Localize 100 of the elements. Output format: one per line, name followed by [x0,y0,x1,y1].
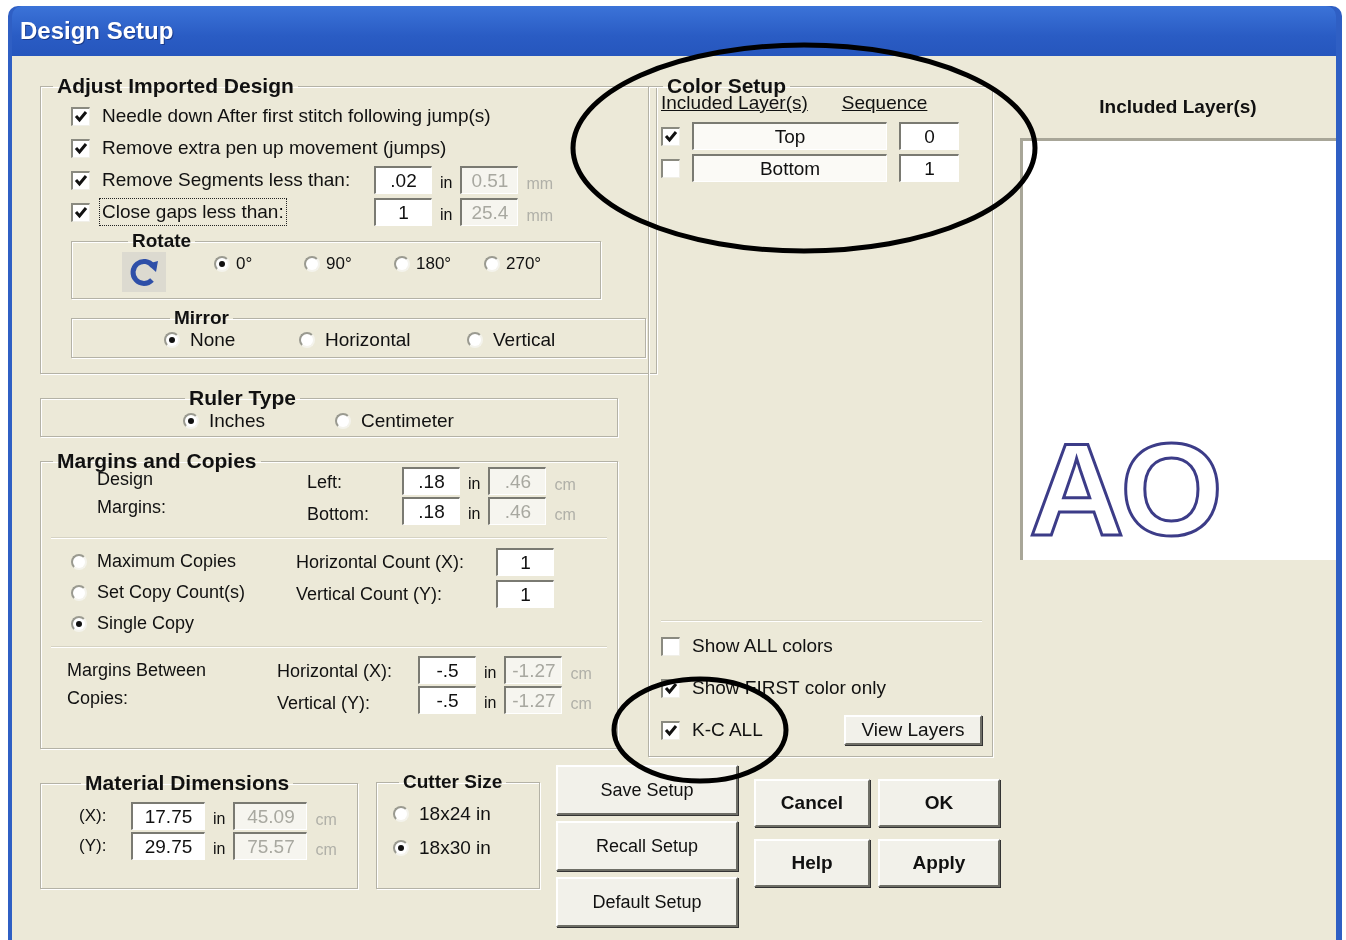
dialog-button[interactable]: OK [878,779,1000,827]
radio-button[interactable] [335,413,351,429]
field-label: (Y): [79,836,108,856]
input-field[interactable]: -.5 [418,686,476,714]
unit-label: in [440,174,453,192]
dialog-button[interactable]: Cancel [754,779,870,827]
field-label: Left: [307,470,344,494]
radio-button[interactable] [214,256,230,272]
group-title: Adjust Imported Design [56,74,295,98]
unit-label: cm [315,841,337,859]
panel-title: Included Layer(s) [1098,96,1258,118]
design-text: AO [1029,424,1219,556]
option-label: 180° [416,254,452,274]
input-field[interactable]: 0 [899,122,959,150]
view-layers-button[interactable]: View Layers [844,715,982,745]
unit-label: cm [554,506,576,524]
option-label: 90° [326,254,352,274]
option-label: Show ALL colors [692,635,834,657]
group-title: Color Setup [667,74,786,97]
field-label: Horizontal Count (X): [296,550,466,574]
radio-button[interactable] [304,256,320,272]
option-label: 270° [506,254,542,274]
unit-label: in [468,505,481,523]
input-field[interactable]: -.5 [418,656,476,684]
radio-button[interactable] [164,332,180,348]
field-label: (X): [79,806,108,826]
checkbox[interactable] [661,636,680,656]
option-label: Centimeter [361,410,454,432]
radio-button[interactable] [183,413,199,429]
radio-button[interactable] [484,256,500,272]
input-field[interactable]: 17.75 [131,802,205,830]
option-label: 0° [236,254,253,274]
radio-button[interactable] [299,332,315,348]
input-field[interactable]: 1 [374,198,432,226]
dialog-button[interactable]: Help [754,839,870,887]
option-label: Horizontal [325,329,411,351]
group-title: Ruler Type [188,386,297,410]
unit-label: in [213,840,226,858]
unit-label: in [213,810,226,828]
section-label: Margins Between Copies: [67,659,208,710]
checkbox[interactable] [71,202,90,222]
layer-name[interactable]: Bottom [692,154,887,182]
unit-label: mm [526,175,554,193]
group-title: Cutter Size [402,771,504,793]
checkbox[interactable] [661,720,680,740]
option-label: Remove extra pen up movement (jumps) [102,137,447,159]
group-title: Mirror [173,307,230,329]
unit-label: cm [570,665,592,683]
option-label: 18x24 in [419,803,491,825]
dialog-button[interactable]: Apply [878,839,1000,887]
checkbox[interactable] [71,138,90,158]
unit-label: cm [570,695,592,713]
option-label: Needle down After first stitch following jump(s) [102,105,491,127]
input-field[interactable]: .18 [402,497,460,525]
checkbox[interactable] [661,158,680,178]
input-field[interactable]: .18 [402,467,460,495]
rotate-icon[interactable] [122,252,166,292]
group-title: Rotate [131,230,193,252]
radio-button[interactable] [393,840,409,856]
unit-label: cm [554,476,576,494]
setup-button[interactable]: Default Setup [556,877,738,927]
option-label: Remove Segments less than: [102,169,351,191]
field-label: Vertical (Y): [277,691,372,715]
field-label: Bottom: [307,502,371,526]
radio-button[interactable] [393,806,409,822]
unit-label: in [440,206,453,224]
window-title: Design Setup [20,17,174,45]
radio-button[interactable] [71,615,87,632]
input-field[interactable]: 1 [899,154,959,182]
option-label: Close gaps less than: [102,201,284,223]
unit-label: in [484,664,497,682]
input-field[interactable]: 1 [496,548,554,576]
option-label: Set Copy Count(s) [97,581,246,604]
column-header[interactable]: Sequence [841,92,928,114]
option-label: None [190,329,236,351]
option-label: Inches [209,410,265,432]
checkbox[interactable] [661,126,680,146]
radio-button[interactable] [467,332,483,348]
input-field[interactable]: 29.75 [131,832,205,860]
unit-label: in [484,694,497,712]
radio-button[interactable] [71,553,87,570]
radio-button[interactable] [71,584,87,601]
unit-label: in [468,475,481,493]
checkbox[interactable] [71,170,90,190]
option-label: 18x30 in [419,837,491,859]
setup-button[interactable]: Recall Setup [556,821,738,871]
radio-button[interactable] [394,256,410,272]
option-label: Single Copy [97,612,195,635]
input-field[interactable]: 1 [496,580,554,608]
unit-label: mm [526,207,554,225]
option-label: K-C ALL [692,719,764,741]
input-field[interactable]: .02 [374,166,432,194]
option-label: Maximum Copies [97,550,237,573]
setup-button[interactable]: Save Setup [556,765,738,815]
unit-label: cm [315,811,337,829]
field-label: Vertical Count (Y): [296,582,444,606]
layer-name[interactable]: Top [692,122,887,150]
field-label: Horizontal (X): [277,659,394,683]
option-label: Vertical [493,329,556,351]
checkbox[interactable] [71,106,90,126]
